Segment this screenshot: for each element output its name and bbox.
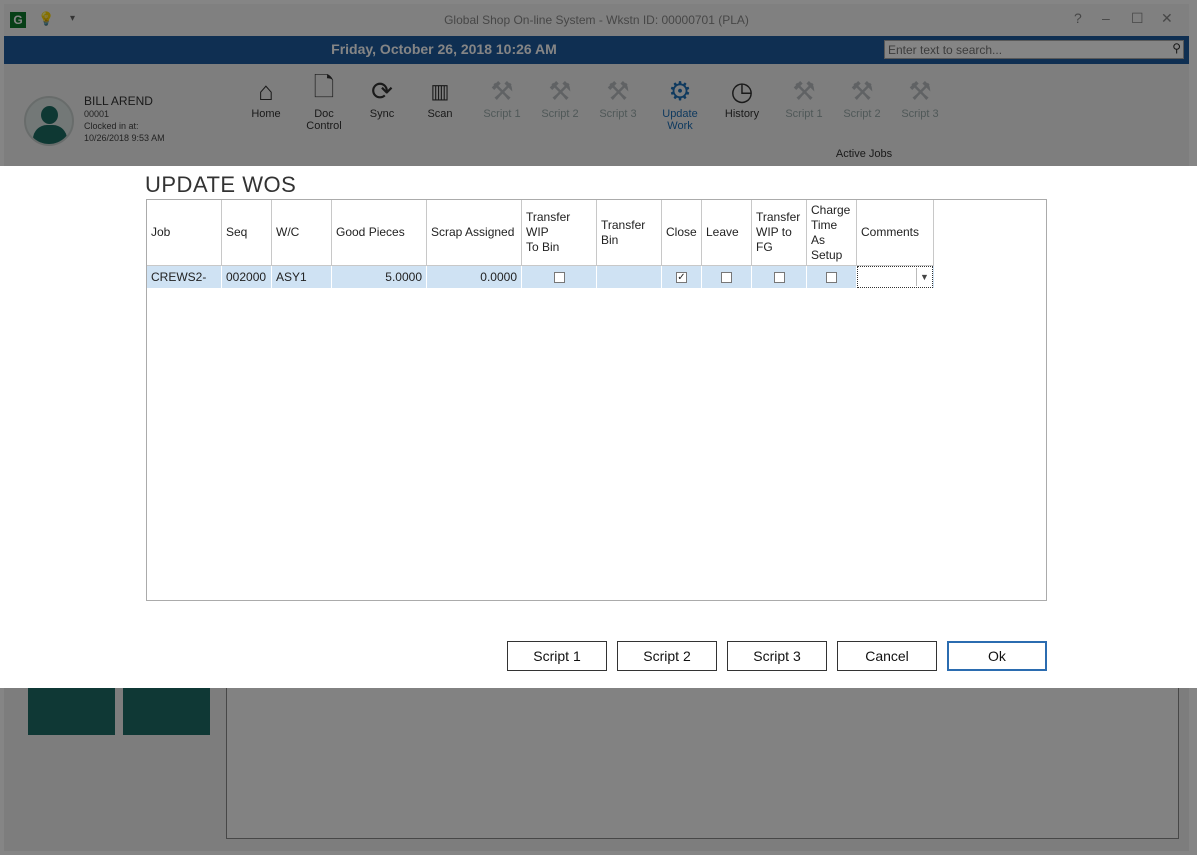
cell-leave [702, 266, 752, 288]
cell-job[interactable]: CREWS2- [147, 266, 222, 288]
wos-grid: Job Seq W/C Good Pieces Scrap Assigned T… [146, 199, 1047, 601]
update-wos-dialog: UPDATE WOS Job Seq W/C Good Pieces Scrap… [0, 166, 1197, 688]
column-good-pieces[interactable]: Good Pieces [332, 200, 427, 265]
ok-button[interactable]: Ok [947, 641, 1047, 671]
script3-dialog-button[interactable]: Script 3 [727, 641, 827, 671]
script2-dialog-button[interactable]: Script 2 [617, 641, 717, 671]
cancel-button[interactable]: Cancel [837, 641, 937, 671]
cell-good-pieces[interactable]: 5.0000 [332, 266, 427, 288]
comments-dropdown[interactable]: ▼ [857, 266, 933, 288]
cell-scrap-assigned[interactable]: 0.0000 [427, 266, 522, 288]
close-checkbox[interactable]: ✓ [676, 271, 687, 283]
table-row[interactable]: CREWS2- 002000 ASY1 5.0000 0.0000 ✓ ▼ [147, 266, 934, 288]
cell-wc[interactable]: ASY1 [272, 266, 332, 288]
cell-close: ✓ [662, 266, 702, 288]
column-scrap-assigned[interactable]: Scrap Assigned [427, 200, 522, 265]
cell-transfer-wip-to-fg [752, 266, 807, 288]
column-leave[interactable]: Leave [702, 200, 752, 265]
dialog-title: UPDATE WOS [145, 172, 297, 197]
transfer-wip-to-fg-checkbox[interactable] [773, 271, 785, 283]
cell-seq[interactable]: 002000 [222, 266, 272, 288]
column-transfer-bin[interactable]: Transfer Bin [597, 200, 662, 265]
grid-header: Job Seq W/C Good Pieces Scrap Assigned T… [147, 200, 934, 266]
transfer-wip-to-bin-checkbox[interactable] [553, 271, 565, 283]
column-charge-time-as-setup[interactable]: Charge Time As Setup [807, 200, 857, 265]
cell-charge-time-as-setup [807, 266, 857, 288]
chevron-down-icon[interactable]: ▼ [916, 268, 932, 286]
column-seq[interactable]: Seq [222, 200, 272, 265]
cell-transfer-wip-to-bin [522, 266, 597, 288]
column-transfer-wip-to-bin[interactable]: Transfer WIP To Bin [522, 200, 597, 265]
cell-transfer-bin[interactable] [597, 266, 662, 288]
column-close[interactable]: Close [662, 200, 702, 265]
leave-checkbox[interactable] [721, 271, 732, 283]
column-job[interactable]: Job [147, 200, 222, 265]
charge-time-as-setup-checkbox[interactable] [826, 271, 837, 283]
column-wc[interactable]: W/C [272, 200, 332, 265]
script1-dialog-button[interactable]: Script 1 [507, 641, 607, 671]
column-comments[interactable]: Comments [857, 200, 934, 265]
column-transfer-wip-to-fg[interactable]: Transfer WIP to FG [752, 200, 807, 265]
